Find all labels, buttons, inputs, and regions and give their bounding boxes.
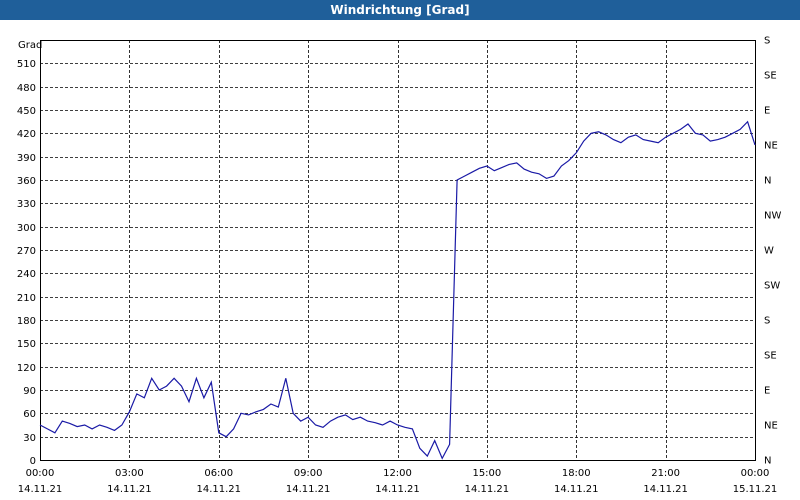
- y-tick-label: 240: [17, 269, 36, 280]
- y-tick-label: 330: [17, 199, 36, 210]
- right-axis-label: E: [764, 386, 770, 397]
- x-tick-date: 14.11.21: [554, 484, 599, 495]
- x-tick-date: 14.11.21: [196, 484, 241, 495]
- x-tick-date: 14.11.21: [375, 484, 420, 495]
- y-tick-label: 30: [23, 433, 36, 444]
- right-axis-label: SW: [764, 281, 780, 292]
- y-tick-label: 360: [17, 176, 36, 187]
- y-tick-label: 420: [17, 129, 36, 140]
- x-tick-time: 09:00: [294, 468, 323, 479]
- y-tick-label: 150: [17, 339, 36, 350]
- x-tick-time: 18:00: [562, 468, 591, 479]
- x-tick-date: 14.11.21: [286, 484, 331, 495]
- right-axis-label: N: [764, 456, 771, 467]
- right-axis-label: S: [764, 36, 770, 47]
- y-tick-label: 180: [17, 316, 36, 327]
- right-axis-label: NW: [764, 211, 781, 222]
- right-axis-labels: N NE E SE S SW W NW N NE E SE S: [764, 36, 781, 467]
- y-tick-label: 300: [17, 223, 36, 234]
- x-tick-date: 14.11.21: [18, 484, 63, 495]
- right-axis-label: SE: [764, 71, 777, 82]
- y-tick-label: 90: [23, 386, 36, 397]
- y-tick-label: 60: [23, 409, 36, 420]
- right-axis-label: SE: [764, 351, 777, 362]
- right-axis-label: NE: [764, 421, 778, 432]
- x-tick-date: 14.11.21: [107, 484, 152, 495]
- x-tick-time: 00:00: [26, 468, 55, 479]
- x-tick-time: 21:00: [651, 468, 680, 479]
- y-tick-label: 450: [17, 106, 36, 117]
- right-axis-label: S: [764, 316, 770, 327]
- x-tick-date: 15.11.21: [733, 484, 778, 495]
- x-tick-date: 14.11.21: [465, 484, 510, 495]
- y-axis-labels: 0 30 60 90 120 150 180 210 240 270 300 330 360 390 420…: [17, 59, 36, 467]
- right-axis-label: NE: [764, 141, 778, 152]
- y-tick-label: 510: [17, 59, 36, 70]
- y-tick-label: 480: [17, 83, 36, 94]
- x-axis-labels: 00:00 14.11.21 03:00 14.11.21 06:00 14.11.21 0…: [18, 468, 778, 495]
- right-axis-label: N: [764, 176, 771, 187]
- y-tick-label: 270: [17, 246, 36, 257]
- right-axis-label: E: [764, 106, 770, 117]
- y-tick-label: 0: [30, 456, 36, 467]
- y-tick-label: 120: [17, 363, 36, 374]
- x-tick-time: 12:00: [383, 468, 412, 479]
- chart-title: Windrichtung [Grad]: [0, 0, 800, 20]
- chart-canvas: 0 30 60 90 120 150 180 210 240 270 300 330 360 390 420…: [17, 36, 782, 496]
- y-tick-label: 210: [17, 293, 36, 304]
- x-tick-date: 14.11.21: [643, 484, 688, 495]
- x-tick-time: 15:00: [472, 468, 501, 479]
- x-tick-time: 00:00: [741, 468, 770, 479]
- x-tick-time: 03:00: [115, 468, 144, 479]
- y-tick-label: 390: [17, 153, 36, 164]
- y-axis-title: Grad: [18, 40, 42, 51]
- x-tick-time: 06:00: [204, 468, 233, 479]
- right-axis-label: W: [764, 246, 774, 257]
